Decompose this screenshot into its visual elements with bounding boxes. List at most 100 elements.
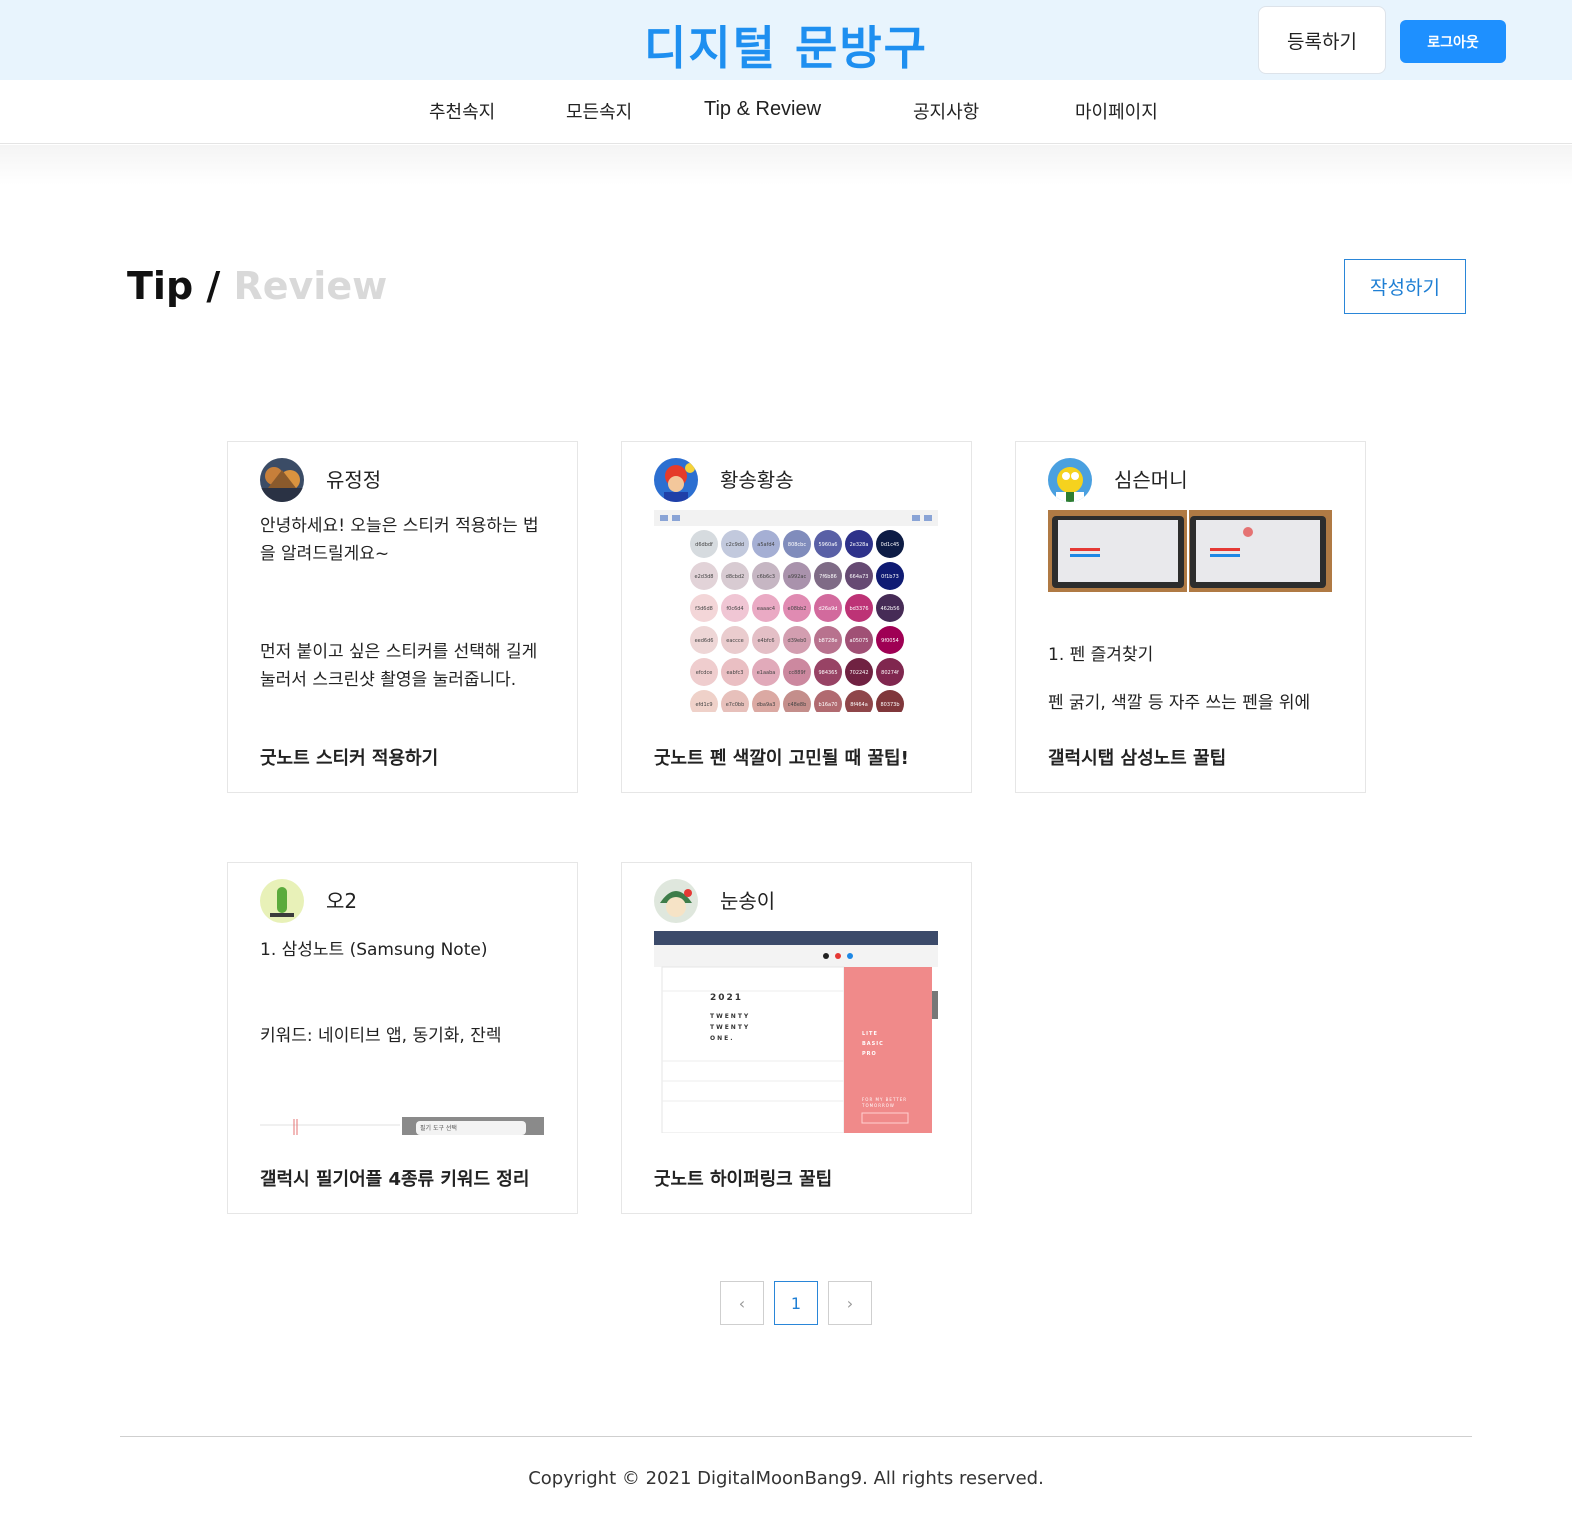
nav-notice[interactable]: 공지사항	[913, 98, 979, 124]
color-swatch-label: cc889f	[789, 670, 806, 676]
color-swatch-label: d26a9d	[819, 606, 838, 612]
excerpt-line: 1. 펜 즐겨찾기	[1048, 645, 1154, 665]
register-button[interactable]: 등록하기	[1258, 6, 1386, 74]
next-page-button[interactable]: ›	[828, 1281, 872, 1325]
page-1-button[interactable]: 1	[774, 1281, 818, 1325]
planner-word: TWENTY	[710, 1024, 751, 1031]
card-title[interactable]: 굿노트 펜 색깔이 고민될 때 꿀팁!	[654, 744, 909, 770]
author-name: 심슨머니	[1114, 468, 1188, 492]
color-swatch-label: bd3376	[849, 606, 868, 612]
planner-word: TWENTY	[710, 1013, 751, 1020]
main-nav: 추천속지 모든속지 Tip & Review 공지사항 마이페이지	[0, 80, 1572, 144]
author-name: 오2	[326, 889, 358, 913]
color-swatch-label: b8728e	[819, 638, 838, 644]
color-swatch-label: 80373b	[880, 702, 899, 708]
planner-tab-pro: PRO	[862, 1051, 877, 1057]
color-swatch-label: c48e8b	[788, 702, 807, 708]
title-review: Review	[233, 264, 388, 308]
planner-tab-basic: BASIC	[862, 1041, 884, 1047]
color-swatch-label: eaaac4	[757, 606, 775, 612]
nav-mypage[interactable]: 마이페이지	[1075, 98, 1158, 124]
color-swatch-label: e7c0bb	[726, 702, 745, 708]
card-excerpt: 안녕하세요! 오늘은 스티커 적용하는 법을 알려드릴게요~ 먼저 붙이고 싶은…	[260, 512, 546, 712]
nav-tip-review[interactable]: Tip & Review	[704, 98, 821, 121]
tablet-photo-thumbnail	[1048, 510, 1332, 592]
excerpt-line: 펜 굵기, 색깔 등 자주 쓰는 펜을 위에	[1048, 693, 1311, 713]
color-swatch-label: 462b56	[880, 606, 899, 612]
color-swatch-label: 8f464a	[850, 702, 868, 708]
planner-tabs: LITE BASIC PRO	[862, 1029, 884, 1059]
color-swatch-label: efd1c9	[695, 702, 712, 708]
nav-shadow	[0, 145, 1572, 185]
color-swatch-label: f0c6d4	[726, 606, 743, 612]
author-name: 눈송이	[720, 889, 776, 913]
excerpt-line: 안녕하세요! 오늘은 스티커 적용하는 법을 알려드릴게요~	[260, 516, 539, 564]
post-card[interactable]: 오2 1. 삼성노트 (Samsung Note) 키워드: 네이티브 앱, 동…	[227, 862, 578, 1214]
color-swatch-label: dba9a3	[757, 702, 776, 708]
avatar	[654, 458, 698, 502]
prev-page-button[interactable]: ‹	[720, 1281, 764, 1325]
color-swatch-label: a05075	[850, 638, 869, 644]
card-title[interactable]: 굿노트 하이퍼링크 꿀팁	[654, 1165, 832, 1191]
color-swatch-label: a992ac	[788, 574, 807, 580]
write-button[interactable]: 작성하기	[1344, 259, 1466, 314]
color-swatch-label: c6b6c3	[757, 574, 775, 580]
color-swatch-label: f3d6d8	[695, 606, 713, 612]
color-swatch-label: 2e328a	[850, 542, 869, 548]
title-tip: Tip /	[127, 264, 221, 308]
color-swatch-label: 664a73	[850, 574, 869, 580]
color-swatch-label: 0f1b73	[881, 574, 899, 580]
color-swatch-label: eabfc3	[726, 670, 743, 676]
planner-footer: FOR MY BETTER TOMORROW	[862, 1097, 908, 1108]
planner-words: TWENTY TWENTY ONE.	[710, 1011, 750, 1044]
color-swatch-label: e1aaba	[757, 670, 776, 676]
post-card[interactable]: 유정정 안녕하세요! 오늘은 스티커 적용하는 법을 알려드릴게요~ 먼저 붙이…	[227, 441, 578, 793]
excerpt-line: 1. 삼성노트 (Samsung Note)	[260, 940, 488, 960]
color-palette-thumbnail: d6dbdf c2c9dd a5afd4 808cbc 5960a6 2e328a 0d1c…	[654, 510, 938, 712]
card-title[interactable]: 갤럭시탭 삼성노트 꿀팁	[1048, 744, 1226, 770]
planner-year: 2021	[710, 993, 744, 1003]
color-swatch-label: efcdce	[696, 670, 713, 676]
color-swatch-label: a5afd4	[757, 542, 774, 548]
color-swatch-label: 0d1c45	[881, 542, 900, 548]
post-card[interactable]: 황송황송 d6dbdf c2c9dd a5afd4 808cbc 5960a6 2e328…	[621, 441, 972, 793]
color-swatch-label: 5960a6	[819, 542, 838, 548]
post-card[interactable]: 심슨머니 1. 펜 즐겨찾기 펜 굵기, 색깔 등 자주 쓰는 펜을 위에 갤럭…	[1015, 441, 1366, 793]
nav-all[interactable]: 모든속지	[566, 98, 632, 124]
thumbnail-text: 필기 도구 선택	[420, 1125, 457, 1132]
color-swatch-label: 808cbc	[788, 542, 806, 548]
post-card[interactable]: 눈송이 2021 TWENTY TWENTY ONE. LITE BASIC P…	[621, 862, 972, 1214]
color-swatch-label: e2d3d8	[695, 574, 714, 580]
author-name: 유정정	[326, 468, 382, 492]
color-swatch-label: eaccce	[726, 638, 743, 644]
color-swatch-label: d39eb0	[788, 638, 807, 644]
avatar	[260, 879, 304, 923]
color-swatch-label: 702242	[849, 670, 868, 676]
excerpt-line: 먼저 붙이고 싶은 스티커를 선택해 길게 눌러서 스크린샷 촬영을 눌러줍니다…	[260, 642, 538, 690]
author-name: 황송황송	[720, 468, 794, 492]
app-screenshot-thumbnail: 필기 도구 선택	[260, 1117, 544, 1135]
footer-divider	[120, 1436, 1472, 1437]
color-swatch-label: 984365	[818, 670, 837, 676]
nav-recommended[interactable]: 추천속지	[429, 98, 495, 124]
color-swatch-label: b16a70	[819, 702, 838, 708]
planner-screenshot-thumbnail: 2021 TWENTY TWENTY ONE. LITE BASIC PRO F…	[654, 931, 938, 1133]
excerpt-line: 키워드: 네이티브 앱, 동기화, 잔렉	[260, 1026, 502, 1046]
avatar	[654, 879, 698, 923]
card-title[interactable]: 굿노트 스티커 적용하기	[260, 744, 438, 770]
card-title[interactable]: 갤럭시 필기어플 4종류 키워드 정리	[260, 1165, 529, 1191]
color-swatch-label: 9f0054	[881, 638, 899, 644]
color-swatch-label: c2c9dd	[726, 542, 744, 548]
page-title: Tip / Review	[127, 264, 387, 308]
color-swatch-label: eed6d6	[695, 638, 714, 644]
avatar	[1048, 458, 1092, 502]
color-swatch-label: 7f6b86	[819, 574, 837, 580]
logout-button[interactable]: 로그아웃	[1400, 20, 1506, 63]
color-swatch-label: 80274f	[881, 670, 899, 676]
avatar	[260, 458, 304, 502]
color-swatch-label: e4bfc6	[757, 638, 774, 644]
color-swatch-label: e08bb2	[788, 606, 807, 612]
color-swatch-label: d6dbdf	[695, 542, 713, 548]
planner-tab-lite: LITE	[862, 1031, 878, 1037]
color-swatch-label: d8cbd2	[726, 574, 745, 580]
